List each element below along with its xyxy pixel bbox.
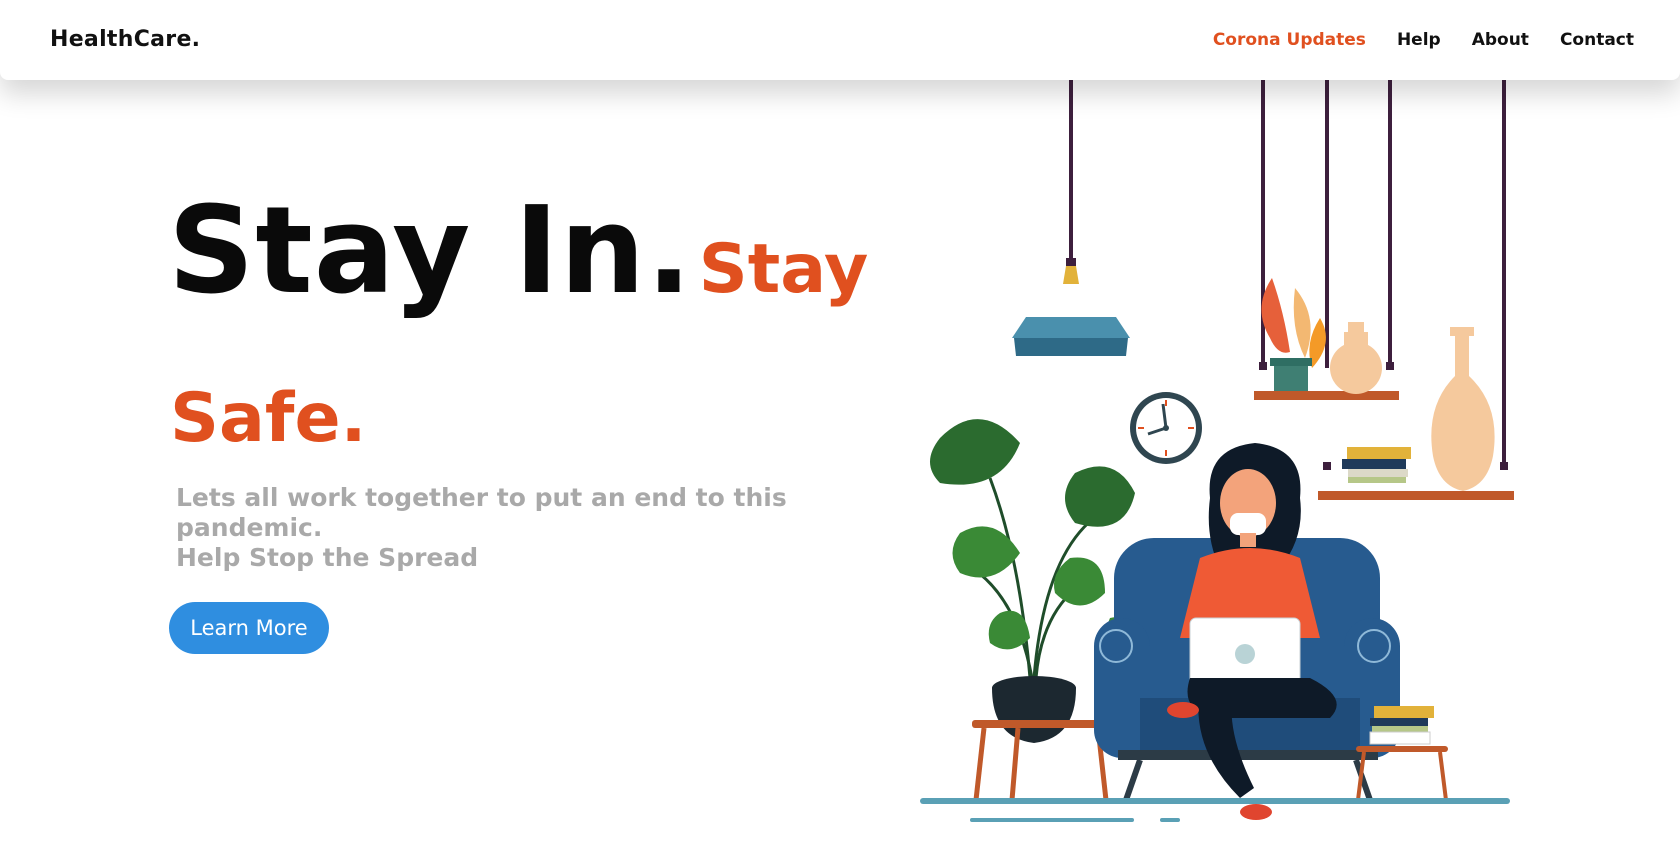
brand-logo[interactable]: HealthCare. <box>50 27 200 52</box>
nav-link-help[interactable]: Help <box>1397 30 1441 50</box>
woman-on-armchair-illustration <box>920 78 1514 822</box>
nav-link-about[interactable]: About <box>1472 30 1529 50</box>
hero-title-safe: Safe. <box>170 379 367 458</box>
hero-subtitle-line-1: Lets all work together to put an end to … <box>176 483 787 542</box>
hero-title-stay-in: Stay In. <box>168 182 693 321</box>
nav-link-contact[interactable]: Contact <box>1560 30 1634 50</box>
nav-link-corona-updates[interactable]: Corona Updates <box>1213 30 1366 50</box>
hero-subtitle: Lets all work together to put an end to … <box>176 483 816 573</box>
top-navbar: HealthCare. Corona Updates Help About Co… <box>0 0 1680 80</box>
woman-figure-icon <box>1167 443 1337 820</box>
hero-title: Stay In.Stay <box>168 192 888 312</box>
nav-links: Corona Updates Help About Contact <box>1213 30 1634 50</box>
learn-more-button[interactable]: Learn More <box>169 602 329 654</box>
hero-title-stay: Stay <box>698 230 869 309</box>
hanging-lamp-icon <box>1012 78 1130 356</box>
hero-subtitle-line-2: Help Stop the Spread <box>176 543 479 572</box>
floor-lines <box>920 798 1510 822</box>
clock-icon <box>1130 392 1202 464</box>
